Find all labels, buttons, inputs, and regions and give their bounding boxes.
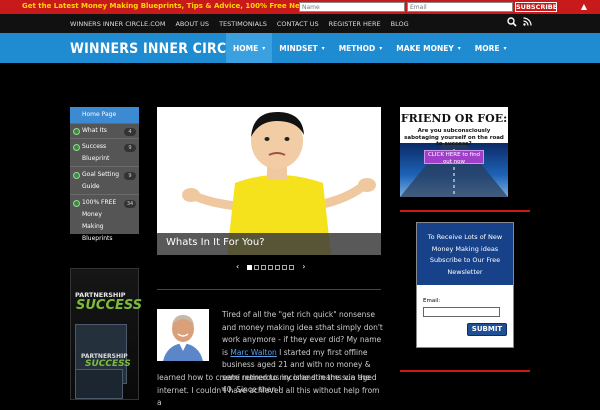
right-divider-top xyxy=(400,210,530,212)
slider-dot[interactable] xyxy=(275,264,281,270)
sidebar-menu: Home Page What Its About 4 Success Bluep… xyxy=(70,107,139,242)
ad-cta-button[interactable]: CLICK HERE to find out now xyxy=(424,150,484,165)
image-slider[interactable]: Whats In It For You? xyxy=(157,107,381,255)
nav-method-label: METHOD xyxy=(338,43,376,53)
ad-line-2: SUCCESS xyxy=(76,298,143,313)
bullet-icon xyxy=(73,144,80,151)
bullet-icon xyxy=(73,200,80,207)
author-link[interactable]: Marc Walton xyxy=(230,348,276,357)
signup-heading: To Receive Lots of New Money Making idea… xyxy=(417,223,513,285)
newsletter-email-input[interactable] xyxy=(407,2,513,12)
chevron-down-icon: ▾ xyxy=(262,44,266,52)
count-badge: 4 xyxy=(124,128,136,136)
newsletter-bar: Get the Latest Money Making Blueprints, … xyxy=(0,0,600,14)
author-bio-continued: learned how to create numerous income st… xyxy=(157,373,380,407)
chevron-left-icon[interactable]: ‹ xyxy=(236,263,239,271)
nav-more-label: MORE xyxy=(474,43,500,53)
chevron-right-icon[interactable]: › xyxy=(302,263,305,271)
newsletter-message: Get the Latest Money Making Blueprints, … xyxy=(22,2,340,10)
sidebar-item-label: Success Blueprint xyxy=(82,143,110,162)
bullet-icon xyxy=(73,172,80,179)
slider-dot[interactable] xyxy=(282,264,288,270)
chevron-down-icon: ▾ xyxy=(503,44,507,52)
top-link-contact[interactable]: CONTACT US xyxy=(277,20,319,28)
top-link-testimonials[interactable]: TESTIMONIALS xyxy=(219,20,267,28)
slide-caption-text: Whats In It For You? xyxy=(166,237,265,248)
nav-mindset[interactable]: MINDSET ▾ xyxy=(272,33,331,63)
signup-email-label: Email: xyxy=(423,298,441,304)
slider-dot[interactable] xyxy=(268,264,274,270)
top-links: WINNERS INNER CIRCLE.COM ABOUT US TESTIM… xyxy=(70,14,419,33)
bullet-icon xyxy=(73,128,80,135)
book-title-2: SUCCESS xyxy=(85,359,131,369)
nav-make-money[interactable]: MAKE MONEY ▾ xyxy=(389,33,468,63)
partnership-success-ad[interactable]: PARTNERSHIP SUCCESS PARTNERSHIP SUCCESS xyxy=(70,268,143,400)
chevron-down-icon: ▾ xyxy=(379,44,383,52)
sidebar-item-what-its-about[interactable]: What Its About 4 xyxy=(70,123,139,146)
sidebar-item-home[interactable]: Home Page xyxy=(70,107,139,123)
slider-dot[interactable] xyxy=(289,264,295,270)
top-icons xyxy=(501,17,532,32)
nav-home-label: HOME xyxy=(233,43,259,53)
friend-or-foe-ad[interactable]: FRIEND OR FOE: Are you subconsciously sa… xyxy=(400,107,508,197)
chevron-down-icon: ▾ xyxy=(457,44,461,52)
ad-title: FRIEND OR FOE: xyxy=(400,112,508,125)
rss-icon[interactable] xyxy=(523,17,532,32)
sidebar-item-goal-setting[interactable]: Goal Setting Guide 9 xyxy=(70,166,139,194)
slider-dot[interactable] xyxy=(247,264,253,270)
top-link-blog[interactable]: BLOG xyxy=(391,20,409,28)
book-stack xyxy=(75,369,123,399)
right-divider-bottom xyxy=(400,370,530,372)
count-badge: 9 xyxy=(124,172,136,180)
top-link-home[interactable]: WINNERS INNER CIRCLE.COM xyxy=(70,20,165,28)
sidebar-item-label: 100% FREE Money Making Blueprints xyxy=(82,199,117,242)
nav-more[interactable]: MORE ▾ xyxy=(468,33,514,63)
slider-dot[interactable] xyxy=(254,264,260,270)
newsletter-subscribe-button[interactable]: SUBSCRIBE xyxy=(515,2,557,12)
newsletter-signup-box: To Receive Lots of New Money Making idea… xyxy=(416,222,514,348)
signup-submit-button[interactable]: SUBMIT xyxy=(467,323,507,336)
top-link-about[interactable]: ABOUT US xyxy=(175,20,209,28)
top-link-register[interactable]: REGISTER HERE xyxy=(329,20,381,28)
slide-caption: Whats In It For You? xyxy=(157,233,381,255)
count-badge: 34 xyxy=(124,200,136,208)
chevron-down-icon: ▾ xyxy=(321,44,325,52)
sidebar-item-label: Goal Setting Guide xyxy=(82,171,120,190)
nav-method[interactable]: METHOD ▾ xyxy=(332,33,390,63)
main-header: WINNERS INNER CIRCLE HOME ▾ MINDSET ▾ METH… xyxy=(0,33,600,63)
nav-mindset-label: MINDSET xyxy=(279,43,318,53)
nav-make-money-label: MAKE MONEY xyxy=(396,43,454,53)
collapse-icon[interactable]: ▲ xyxy=(578,1,590,13)
sidebar-item-success-blueprint[interactable]: Success Blueprint 9 xyxy=(70,138,139,166)
nav-home[interactable]: HOME ▾ xyxy=(226,33,273,63)
site-logo[interactable]: WINNERS INNER CIRCLE xyxy=(70,41,243,57)
count-badge: 9 xyxy=(124,144,136,152)
search-icon[interactable] xyxy=(507,17,517,32)
top-links-bar: WINNERS INNER CIRCLE.COM ABOUT US TESTIM… xyxy=(0,14,600,33)
sidebar-item-free-blueprints[interactable]: 100% FREE Money Making Blueprints 34 xyxy=(70,194,139,242)
main-nav: HOME ▾ MINDSET ▾ METHOD ▾ MAKE MONEY ▾ MORE ▾ xyxy=(226,33,514,63)
slider-nav: ‹ › xyxy=(229,263,312,271)
content-divider xyxy=(157,289,381,290)
ad-subtitle: Are you subconsciously sabotaging yourse… xyxy=(404,128,504,147)
signup-email-input[interactable] xyxy=(423,307,500,317)
newsletter-name-input[interactable] xyxy=(299,2,405,12)
slider-dot[interactable] xyxy=(261,264,267,270)
author-photo xyxy=(157,309,209,361)
